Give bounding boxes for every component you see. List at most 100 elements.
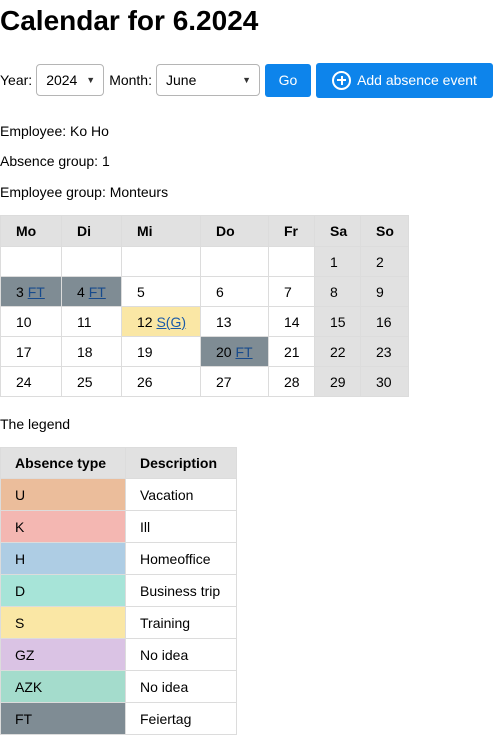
- calendar-day-cell: 24: [0, 366, 62, 397]
- add-absence-event-label: Add absence event: [357, 72, 477, 88]
- calendar-day-cell: 10: [0, 306, 62, 337]
- calendar-day-cell: [200, 246, 269, 277]
- legend-header-description: Description: [125, 447, 237, 479]
- calendar-day-cell: 16: [360, 306, 409, 337]
- calendar-day-cell: 21: [268, 336, 315, 367]
- employee-group-info: Employee group: Monteurs: [0, 184, 169, 200]
- calendar-week-row: 24 25 26 27 28 29 30: [0, 366, 409, 397]
- page-title: Calendar for 6.2024: [0, 5, 259, 36]
- legend-row: D Business trip: [0, 574, 237, 607]
- calendar-day-cell: 15: [314, 306, 361, 337]
- add-absence-event-button[interactable]: Add absence event: [316, 62, 493, 98]
- legend-header-row: Absence type Description: [0, 447, 237, 479]
- calendar-day-cell: [0, 246, 62, 277]
- plus-circle-icon: [332, 70, 352, 90]
- calendar-week-row: 17 18 19 20 FT 21 22 23: [0, 336, 409, 367]
- day-number: 20: [216, 343, 232, 360]
- calendar-day-cell-holiday: 3 FT: [0, 276, 62, 307]
- calendar-header-row: Mo Di Mi Do Fr Sa So: [0, 215, 409, 247]
- absence-group-info: Absence group: 1: [0, 153, 110, 169]
- weekday-header: Di: [61, 215, 122, 247]
- legend-description-cell: Business trip: [125, 574, 237, 607]
- legend-row: S Training: [0, 606, 237, 639]
- legend-type-cell: H: [0, 542, 126, 575]
- chevron-down-icon: ▼: [242, 75, 251, 85]
- legend-row: H Homeoffice: [0, 542, 237, 575]
- calendar-day-cell: 28: [268, 366, 315, 397]
- legend-description-cell: No idea: [125, 670, 237, 703]
- calendar-controls: Year: 2024 ▼ Month: June ▼ Go Add absenc…: [0, 62, 493, 98]
- calendar-day-cell: 25: [61, 366, 122, 397]
- calendar-day-cell: 8: [314, 276, 361, 307]
- weekday-header: So: [360, 215, 409, 247]
- calendar-day-cell: 6: [200, 276, 269, 307]
- calendar-day-cell: 27: [200, 366, 269, 397]
- calendar-day-cell: 17: [0, 336, 62, 367]
- legend-row: AZK No idea: [0, 670, 237, 703]
- legend-description-cell: Vacation: [125, 478, 237, 511]
- calendar-day-cell: 19: [121, 336, 201, 367]
- year-select-value: 2024: [46, 72, 78, 88]
- weekday-header: Mi: [121, 215, 201, 247]
- calendar-day-cell: 26: [121, 366, 201, 397]
- legend-description-cell: Ill: [125, 510, 237, 543]
- absence-event-link[interactable]: S(G): [156, 314, 186, 330]
- calendar-day-cell: 1: [314, 246, 361, 277]
- calendar-table: Mo Di Mi Do Fr Sa So 1 2 3 FT 4 FT 5 6 7…: [0, 215, 409, 397]
- weekday-header: Fr: [268, 215, 315, 247]
- calendar-day-cell: 2: [360, 246, 409, 277]
- absence-event-link[interactable]: FT: [235, 344, 252, 360]
- legend-table: Absence type Description U Vacation K Il…: [0, 447, 237, 735]
- day-number: 4: [77, 283, 85, 300]
- weekday-header: Sa: [314, 215, 361, 247]
- legend-description-cell: Homeoffice: [125, 542, 237, 575]
- calendar-day-cell: 13: [200, 306, 269, 337]
- calendar-day-cell: 23: [360, 336, 409, 367]
- legend-type-cell: S: [0, 606, 126, 639]
- year-select[interactable]: 2024 ▼: [36, 64, 105, 96]
- calendar-day-cell: 29: [314, 366, 361, 397]
- legend-description-cell: No idea: [125, 638, 237, 671]
- calendar-day-cell-training: 12 S(G): [121, 306, 201, 337]
- calendar-day-cell: 7: [268, 276, 315, 307]
- calendar-day-cell: 22: [314, 336, 361, 367]
- legend-row: GZ No idea: [0, 638, 237, 671]
- calendar-week-row: 10 11 12 S(G) 13 14 15 16: [0, 306, 409, 337]
- employee-info: Employee: Ko Ho: [0, 123, 109, 139]
- weekday-header: Mo: [0, 215, 62, 247]
- day-number: 3: [16, 283, 24, 300]
- calendar-day-cell-holiday: 20 FT: [200, 336, 269, 367]
- legend-type-cell: U: [0, 478, 126, 511]
- day-number: 12: [137, 313, 153, 330]
- calendar-day-cell: 5: [121, 276, 201, 307]
- calendar-day-cell: [268, 246, 315, 277]
- calendar-day-cell: [61, 246, 122, 277]
- calendar-week-row: 3 FT 4 FT 5 6 7 8 9: [0, 276, 409, 307]
- chevron-down-icon: ▼: [86, 75, 96, 85]
- calendar-day-cell: 30: [360, 366, 409, 397]
- calendar-day-cell: 9: [360, 276, 409, 307]
- absence-event-link[interactable]: FT: [89, 284, 106, 300]
- legend-title: The legend: [0, 416, 71, 432]
- legend-description-cell: Feiertag: [125, 702, 237, 735]
- absence-event-link[interactable]: FT: [28, 284, 45, 300]
- month-label: Month:: [109, 72, 152, 88]
- month-select-value: June: [166, 72, 197, 88]
- calendar-day-cell: 14: [268, 306, 315, 337]
- legend-type-cell: K: [0, 510, 126, 543]
- legend-type-cell: AZK: [0, 670, 126, 703]
- legend-type-cell: D: [0, 574, 126, 607]
- go-button[interactable]: Go: [265, 63, 311, 97]
- legend-row: FT Feiertag: [0, 702, 237, 735]
- month-select[interactable]: June ▼: [156, 64, 260, 96]
- legend-type-cell: GZ: [0, 638, 126, 671]
- legend-type-cell: FT: [0, 702, 126, 735]
- calendar-day-cell: [121, 246, 201, 277]
- weekday-header: Do: [200, 215, 269, 247]
- legend-row: U Vacation: [0, 478, 237, 511]
- legend-description-cell: Training: [125, 606, 237, 639]
- calendar-week-row: 1 2: [0, 246, 409, 277]
- legend-header-absence-type: Absence type: [0, 447, 126, 479]
- calendar-day-cell: 11: [61, 306, 122, 337]
- calendar-day-cell-holiday: 4 FT: [61, 276, 122, 307]
